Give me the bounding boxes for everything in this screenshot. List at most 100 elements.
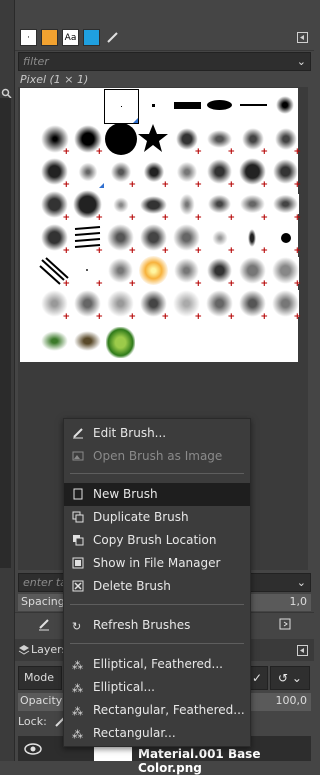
elliptical-feathered-icon: ⁂ <box>72 659 83 672</box>
brush-cell[interactable]: + <box>236 155 269 190</box>
brush-cell[interactable]: + <box>71 287 104 322</box>
brush-cell[interactable]: + <box>137 221 170 256</box>
brush-cell[interactable]: + <box>236 287 269 322</box>
menu-item-elliptical[interactable]: ⁂ Elliptical... <box>64 676 250 699</box>
brush-cell[interactable]: + <box>203 254 236 289</box>
fonts-tab-icon[interactable]: Aa <box>62 29 79 46</box>
menu-item-label: Show in File Manager <box>93 556 221 570</box>
brush-cell-pixel[interactable] <box>104 89 139 124</box>
brush-cell[interactable]: + <box>104 221 137 256</box>
brush-cell[interactable]: + <box>203 155 236 190</box>
menu-item-show-in-file-manager[interactable]: Show in File Manager <box>64 552 250 575</box>
brush-cell[interactable] <box>269 89 302 122</box>
layer-mode-select[interactable]: Mode <box>18 666 62 690</box>
chevron-down-icon[interactable]: ⌄ <box>297 55 306 68</box>
brush-cell[interactable]: + <box>203 188 236 223</box>
menu-item-new-brush[interactable]: New Brush <box>64 483 250 506</box>
brush-cell[interactable]: + <box>236 188 269 223</box>
brush-cell[interactable]: + <box>203 122 236 157</box>
edit-brush-icon[interactable] <box>37 617 51 631</box>
brush-cell[interactable]: + <box>269 155 302 190</box>
menu-item-label: Duplicate Brush <box>93 510 189 524</box>
menu-item-edit-brush[interactable]: Edit Brush... <box>64 422 250 445</box>
refresh-brushes-icon[interactable] <box>278 617 292 631</box>
menu-item-elliptical-feathered[interactable]: ⁂ Elliptical, Feathered... <box>64 653 250 676</box>
menu-item-rectangular-feathered[interactable]: ⁂ Rectangular, Feathered... <box>64 699 250 722</box>
brush-cell[interactable]: + <box>203 287 236 322</box>
brush-cell[interactable] <box>137 122 170 155</box>
brush-cell[interactable]: + <box>71 254 104 289</box>
brush-cell[interactable] <box>236 89 269 122</box>
menu-item-refresh-brushes[interactable]: ↻ Refresh Brushes <box>64 614 250 637</box>
brush-cell[interactable]: + <box>71 221 104 256</box>
file-manager-icon <box>72 557 84 569</box>
brush-cell[interactable] <box>104 122 137 155</box>
menu-item-duplicate-brush[interactable]: Duplicate Brush <box>64 506 250 529</box>
brush-cell[interactable]: + <box>38 122 71 157</box>
brush-cell[interactable]: + <box>236 221 269 256</box>
brush-cell[interactable]: + <box>38 155 71 190</box>
brush-cell[interactable]: + <box>269 188 302 223</box>
brush-cell[interactable] <box>38 325 71 358</box>
brush-cell[interactable]: + <box>38 287 71 322</box>
filter-placeholder: filter <box>23 55 49 68</box>
brush-cell[interactable]: + <box>170 188 203 223</box>
delete-icon <box>72 580 84 592</box>
brush-cell[interactable] <box>71 325 104 358</box>
brush-cell[interactable]: + <box>137 287 170 322</box>
selected-brush-label: Pixel (1 × 1) <box>20 73 89 86</box>
brush-filter-input[interactable]: filter ⌄ <box>18 52 311 71</box>
brush-cell[interactable] <box>137 254 170 287</box>
configure-tab-icon[interactable] <box>297 645 308 656</box>
brush-cell[interactable]: + <box>104 188 137 223</box>
brush-cell[interactable]: + <box>38 254 71 289</box>
brush-cell[interactable]: + <box>104 254 137 289</box>
menu-item-delete-brush[interactable]: Delete Brush <box>64 575 250 598</box>
brush-cell[interactable]: + <box>104 155 137 190</box>
chevron-down-icon[interactable]: ⌄ <box>297 576 306 589</box>
eye-icon[interactable] <box>24 742 42 756</box>
menu-item-copy-brush-location[interactable]: Copy Brush Location <box>64 529 250 552</box>
brush-cell[interactable]: + <box>170 254 203 289</box>
brush-cell[interactable]: + <box>170 155 203 190</box>
menu-separator <box>70 604 244 605</box>
left-dock-pane <box>0 98 11 568</box>
brush-cell[interactable]: + <box>71 188 104 223</box>
patterns-tab-icon[interactable] <box>41 29 58 46</box>
brush-cell-pepper[interactable] <box>104 325 137 358</box>
brush-cell[interactable] <box>137 89 170 122</box>
brush-cell[interactable]: + <box>269 287 302 322</box>
brush-cell[interactable]: + <box>236 254 269 289</box>
brush-cell[interactable]: + <box>269 221 302 256</box>
configure-tab-icon[interactable] <box>297 32 308 43</box>
reset-mode-icon[interactable]: ↺ ⌄ <box>270 666 310 690</box>
brush-cell[interactable]: + <box>104 287 137 322</box>
gradients-tab-icon[interactable] <box>83 29 100 46</box>
rectangular-feathered-icon: ⁂ <box>72 705 83 718</box>
menu-item-label: Rectangular, Feathered... <box>93 703 245 717</box>
opacity-value: 100,0 <box>275 694 308 707</box>
brushes-tab-icon[interactable]: · <box>20 29 37 46</box>
brush-cell[interactable] <box>71 155 104 188</box>
brush-context-menu: Edit Brush... Open Brush as Image New Br… <box>63 418 251 747</box>
brush-cell[interactable]: + <box>170 287 203 322</box>
spacing-label: Spacing <box>21 595 65 608</box>
brush-cell[interactable]: + <box>170 122 203 157</box>
brush-cell[interactable]: + <box>269 254 302 289</box>
brush-cell[interactable] <box>170 89 203 122</box>
spacing-value: 1,0 <box>289 595 308 608</box>
brush-cell[interactable]: + <box>137 188 170 223</box>
brush-cell[interactable]: + <box>170 221 203 256</box>
brush-cell[interactable]: + <box>38 221 71 256</box>
brush-cell[interactable]: + <box>269 122 302 157</box>
brush-cell[interactable]: + <box>38 188 71 223</box>
brush-cell[interactable]: + <box>203 221 236 256</box>
brush-cell[interactable]: + <box>236 122 269 157</box>
brushes-tab-glyph: · <box>27 32 30 43</box>
brush-cell[interactable]: + <box>137 155 170 190</box>
menu-item-label: Edit Brush... <box>93 426 167 440</box>
menu-item-rectangular[interactable]: ⁂ Rectangular... <box>64 722 250 745</box>
brush-cell[interactable]: + <box>71 122 104 157</box>
paint-dynamics-tab-icon[interactable] <box>104 29 121 46</box>
brush-cell[interactable] <box>203 89 236 122</box>
